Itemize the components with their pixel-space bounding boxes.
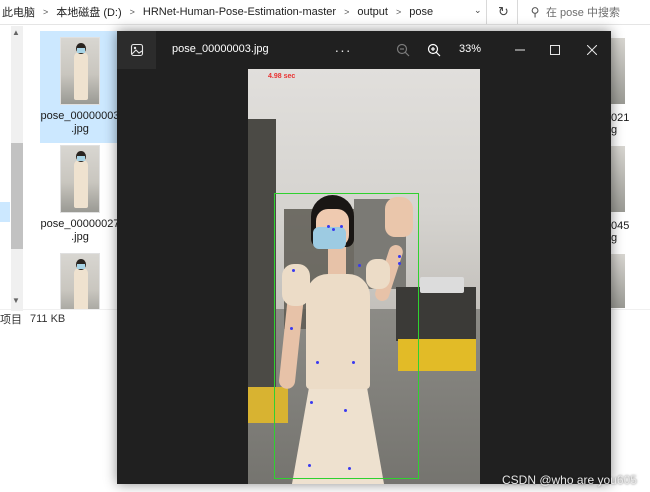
navigation-scrollbar-thumb[interactable]: [11, 143, 23, 249]
zoom-in-button[interactable]: [423, 39, 445, 61]
breadcrumb-output[interactable]: output: [355, 6, 390, 18]
keypoint: [398, 262, 401, 265]
zoom-out-icon: [396, 43, 410, 57]
file-item[interactable]: pose_00000003 .jpg: [40, 31, 120, 143]
keypoint: [310, 401, 313, 404]
file-thumbnail: [60, 145, 100, 213]
file-name: pose_00000003: [40, 110, 120, 122]
photo-button[interactable]: [117, 31, 156, 69]
photo-icon: [130, 43, 143, 57]
search-icon: ⚲: [530, 5, 540, 19]
chevron-right-icon: >: [43, 7, 49, 17]
file-thumbnail[interactable]: [611, 38, 625, 104]
file-name-partial[interactable]: 045 g: [611, 220, 650, 244]
breadcrumb-drive-d[interactable]: 本地磁盘 (D:): [54, 4, 123, 20]
keypoint: [398, 255, 401, 258]
more-options-button[interactable]: ···: [331, 39, 355, 61]
keypoint: [344, 409, 347, 412]
desktop: 此电脑 > 本地磁盘 (D:) > HRNet-Human-Pose-Estim…: [0, 0, 650, 492]
file-name: pose_00000027: [40, 218, 120, 230]
maximize-icon: [550, 45, 560, 55]
chevron-right-icon: >: [129, 7, 135, 17]
pose-estimation-photo[interactable]: 4.98 sec: [248, 69, 480, 484]
breadcrumb-this-pc[interactable]: 此电脑: [0, 4, 37, 20]
chevron-right-icon: >: [395, 7, 402, 17]
close-icon: [587, 45, 597, 55]
address-dropdown-icon[interactable]: ⌄: [474, 5, 482, 16]
minimize-button[interactable]: [509, 39, 531, 61]
refresh-button[interactable]: ↻: [490, 0, 518, 24]
breadcrumb-pose[interactable]: pose: [407, 6, 435, 18]
status-item-count: 项目: [0, 313, 22, 326]
close-button[interactable]: [581, 39, 603, 61]
search-input[interactable]: ⚲ 在 pose 中搜索: [524, 0, 650, 24]
keypoint: [358, 264, 361, 267]
viewer-title-bar: pose_00000003.jpg ··· 33%: [117, 31, 611, 69]
keypoint: [292, 269, 295, 272]
breadcrumb-hrnet[interactable]: HRNet-Human-Pose-Estimation-master: [141, 6, 338, 18]
file-ext: .jpg: [71, 123, 89, 135]
zoom-in-icon: [427, 43, 441, 57]
minimize-icon: [515, 49, 525, 51]
file-name-partial[interactable]: 021 g: [611, 112, 650, 136]
search-placeholder: 在 pose 中搜索: [546, 7, 620, 19]
file-item[interactable]: pose_00000027 .jpg: [40, 139, 120, 251]
viewer-file-title: pose_00000003.jpg: [172, 43, 269, 55]
file-thumbnail: [60, 253, 100, 309]
maximize-button[interactable]: [544, 39, 566, 61]
keypoint: [290, 327, 293, 330]
photo-viewer-window: pose_00000003.jpg ··· 33% 4.98 sec: [117, 31, 611, 484]
keypoint: [348, 467, 351, 470]
keypoint: [352, 361, 355, 364]
file-ext: .jpg: [71, 231, 89, 243]
file-item[interactable]: [40, 247, 120, 309]
file-thumbnail[interactable]: [611, 146, 625, 212]
chevron-right-icon: >: [344, 7, 350, 17]
keypoint: [327, 225, 330, 228]
refresh-icon: ↻: [498, 4, 509, 19]
keypoint: [308, 464, 311, 467]
file-thumbnail[interactable]: [611, 254, 625, 308]
scroll-down-icon[interactable]: ▼: [12, 296, 20, 305]
navigation-selected-item[interactable]: [0, 202, 10, 222]
breadcrumb[interactable]: 此电脑 > 本地磁盘 (D:) > HRNet-Human-Pose-Estim…: [0, 0, 487, 24]
explorer-address-bar: 此电脑 > 本地磁盘 (D:) > HRNet-Human-Pose-Estim…: [0, 0, 650, 25]
keypoint: [316, 361, 319, 364]
file-thumbnail: [60, 37, 100, 105]
keypoint: [332, 228, 335, 231]
zoom-level[interactable]: 33%: [459, 43, 481, 55]
zoom-out-button[interactable]: [392, 39, 414, 61]
scroll-up-icon[interactable]: ▲: [12, 28, 20, 37]
inference-time-label: 4.98 sec: [268, 73, 296, 80]
person-bounding-box: [274, 193, 419, 479]
watermark: CSDN @who are you605: [502, 473, 637, 487]
keypoint: [340, 225, 343, 228]
status-size: 711 KB: [30, 312, 66, 325]
